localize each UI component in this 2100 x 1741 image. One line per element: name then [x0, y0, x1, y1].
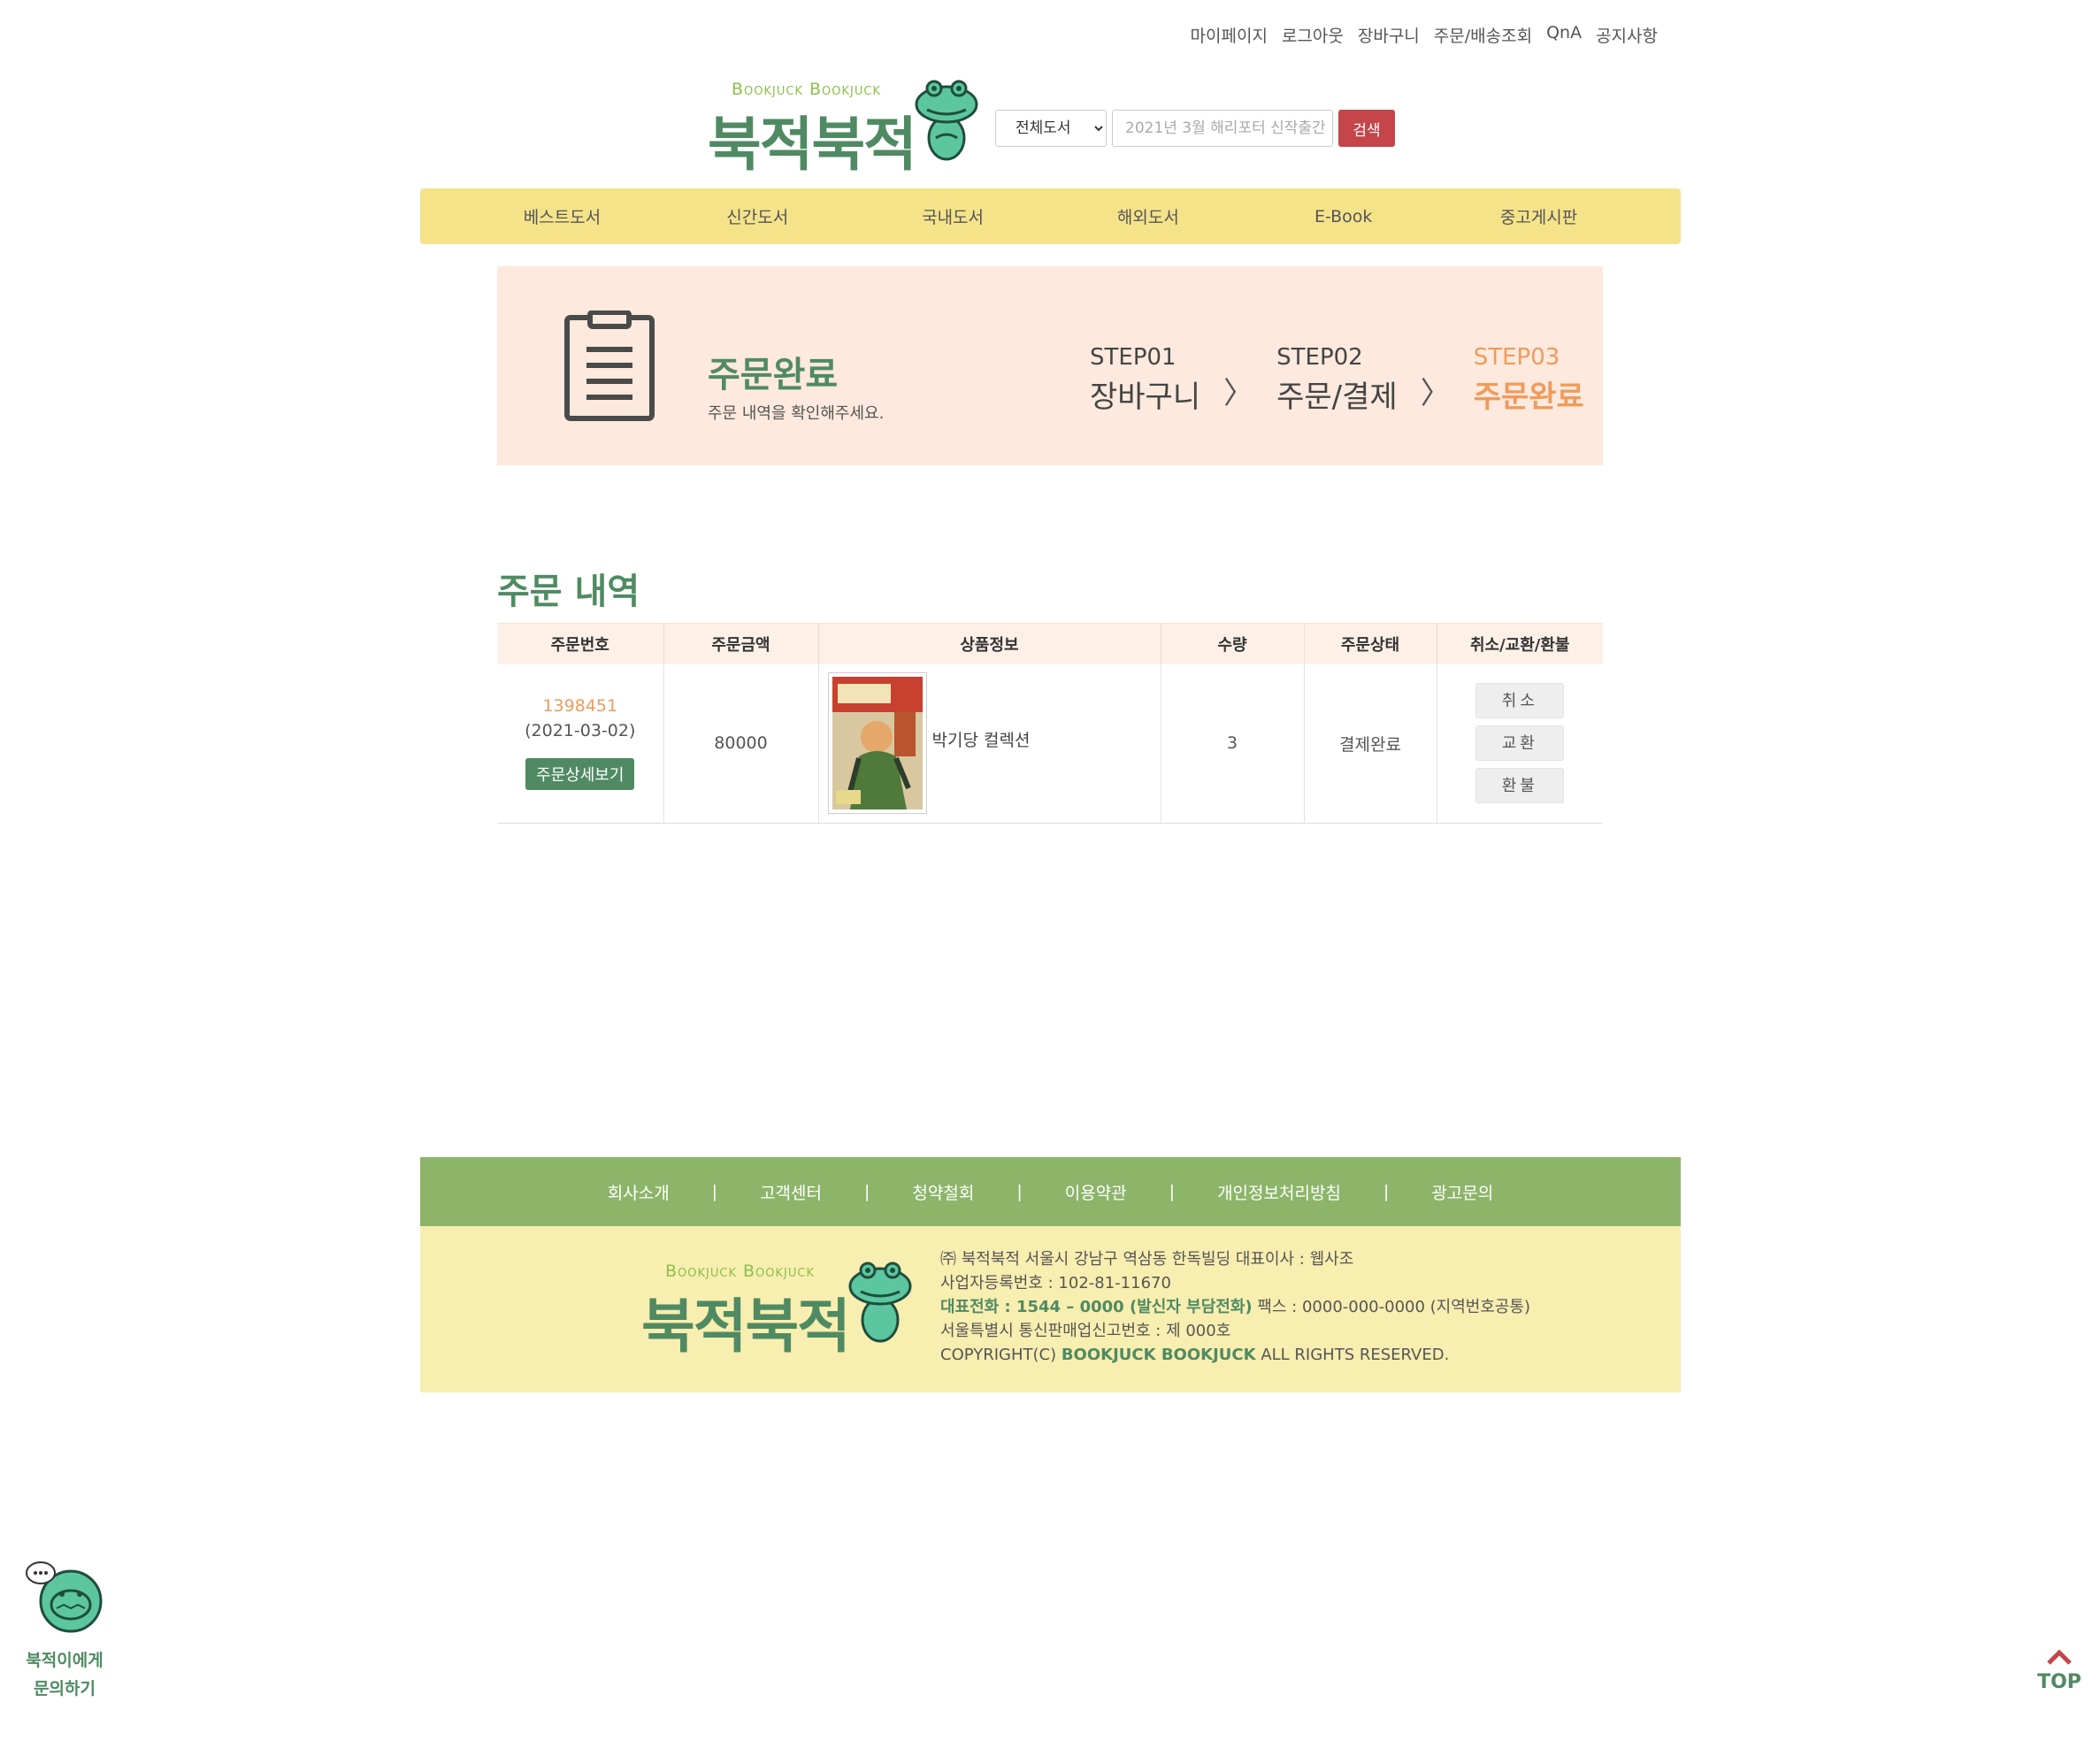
chat-inquiry-button[interactable]: 북적이에게 문의하기: [16, 1557, 113, 1703]
step-label: 주문완료: [1473, 380, 1584, 415]
footer-terms-link[interactable]: 이용약관: [1065, 1180, 1127, 1204]
step-number: STEP03: [1473, 344, 1560, 371]
order-steps: STEP01 장바구니 〉 STEP02 주문/결제 〉 STEP03 주문완료: [1090, 344, 1584, 416]
logo-korean-text: 북적북적: [708, 111, 917, 179]
header-actions: 취소/교환/환불: [1436, 623, 1603, 664]
order-detail-button[interactable]: 주문상세보기: [525, 758, 635, 791]
order-status: 결제완료: [1303, 663, 1437, 824]
util-qna-link[interactable]: QnA: [1546, 23, 1582, 47]
header-quantity: 수량: [1160, 623, 1304, 664]
contact-line: 대표전화 : 1544 – 0000 (발신자 부담전화) 팩스 : 0000-…: [940, 1295, 1530, 1319]
chat-mascot-icon: [26, 1561, 103, 1633]
nav-new-books[interactable]: 신간도서: [686, 204, 828, 228]
product-info-cell: 박기당 컬렉션: [817, 663, 1161, 824]
search-button[interactable]: 검색: [1338, 110, 1395, 147]
order-date: (2021-03-02): [525, 721, 636, 741]
nav-domestic-books[interactable]: 국내도서: [882, 204, 1023, 228]
search-bar: 전체도서 검색: [995, 110, 1395, 147]
table-row: 1398451 (2021-03-02) 주문상세보기 80000 박기당 컬렉…: [497, 663, 1603, 824]
header-product: 상품정보: [817, 623, 1161, 664]
scroll-top-button[interactable]: TOP: [2035, 1647, 2084, 1693]
footer-logo: Bookjuck Bookjuck 북적북적: [641, 1258, 916, 1361]
category-select[interactable]: 전체도서: [995, 110, 1107, 147]
util-mypage-link[interactable]: 마이페이지: [1191, 23, 1268, 47]
chat-label-line2: 문의하기: [34, 1679, 96, 1699]
footer-privacy-link[interactable]: 개인정보처리방침: [1217, 1180, 1341, 1204]
business-number: 사업자등록번호 : 102-81-11670: [940, 1274, 1171, 1292]
footer-customer-center-link[interactable]: 고객센터: [760, 1180, 822, 1204]
crocodile-mascot-icon: [915, 80, 978, 161]
company-info: ㈜ 북적북적 서울시 강남구 역삼동 한독빌딩 대표이사 : 웹사조 사업자등록…: [940, 1247, 1530, 1367]
order-no-cell: 1398451 (2021-03-02) 주문상세보기: [497, 663, 663, 824]
crocodile-mascot-icon: [848, 1262, 912, 1343]
cancel-button[interactable]: 취소: [1475, 683, 1565, 719]
util-cart-link[interactable]: 장바구니: [1358, 23, 1420, 47]
util-logout-link[interactable]: 로그아웃: [1282, 23, 1344, 47]
book-cover-illustration: [832, 677, 923, 810]
company-address: ㈜ 북적북적 서울시 강남구 역삼동 한독빌딩 대표이사 : 웹사조: [940, 1250, 1354, 1269]
footer-separator: |: [1169, 1182, 1176, 1201]
chat-label: 북적이에게 문의하기: [16, 1646, 113, 1703]
header-amount: 주문금액: [663, 623, 818, 664]
nav-foreign-books[interactable]: 해외도서: [1077, 204, 1219, 228]
main-nav: 베스트도서 신간도서 국내도서 해외도서 E-Book 중고게시판: [420, 188, 1681, 244]
footer-separator: |: [711, 1182, 718, 1201]
logo-english-text: Bookjuck Bookjuck: [665, 1262, 815, 1281]
search-input[interactable]: [1112, 110, 1333, 147]
step-cart: STEP01 장바구니: [1090, 344, 1200, 416]
step-label: 장바구니: [1090, 380, 1201, 415]
util-order-tracking-link[interactable]: 주문/배송조회: [1434, 23, 1532, 47]
step-number: STEP02: [1276, 344, 1363, 371]
footer-separator: |: [864, 1182, 870, 1201]
chevron-up-icon: [2047, 1649, 2072, 1665]
header-status: 주문상태: [1303, 623, 1437, 664]
util-notice-link[interactable]: 공지사항: [1596, 23, 1658, 47]
exchange-button[interactable]: 교환: [1475, 725, 1565, 762]
table-header-row: 주문번호 주문금액 상품정보 수량 주문상태 취소/교환/환불: [497, 623, 1603, 664]
fax-number: 팩스 : 0000-000-0000 (지역번호공통): [1252, 1298, 1531, 1316]
copyright: COPYRIGHT(C) BOOKJUCK BOOKJUCK ALL RIGHT…: [940, 1343, 1530, 1367]
clipboard-icon: [564, 311, 655, 421]
nav-ebook[interactable]: E-Book: [1273, 207, 1414, 226]
utility-links: 마이페이지 로그아웃 장바구니 주문/배송조회 QnA 공지사항: [1191, 23, 1658, 47]
chat-label-line1: 북적이에게: [26, 1651, 103, 1670]
footer-info: Bookjuck Bookjuck 북적북적 ㈜ 북적북적 서울시 강남구 역삼…: [420, 1226, 1681, 1392]
order-history-title: 주문 내역: [497, 571, 640, 612]
order-number[interactable]: 1398451: [497, 696, 663, 716]
footer-withdrawal-link[interactable]: 청약철회: [912, 1180, 974, 1204]
nav-used-board[interactable]: 중고게시판: [1468, 204, 1610, 228]
site-logo[interactable]: Bookjuck Bookjuck 북적북적: [708, 76, 982, 179]
product-name[interactable]: 박기당 컬렉션: [932, 727, 1031, 751]
order-quantity: 3: [1160, 663, 1304, 824]
footer-ad-inquiry-link[interactable]: 광고문의: [1431, 1180, 1493, 1204]
header-order-no: 주문번호: [497, 623, 663, 664]
logo-english-text: Bookjuck Bookjuck: [732, 80, 881, 99]
order-amount: 80000: [663, 663, 818, 824]
step-number: STEP01: [1090, 344, 1176, 371]
mail-order-number: 서울특별시 통신판매업신고번호 : 제 000호: [940, 1322, 1231, 1340]
copyright-suffix: ALL RIGHTS RESERVED.: [1255, 1346, 1450, 1364]
refund-button[interactable]: 환불: [1475, 768, 1565, 804]
footer-company-link[interactable]: 회사소개: [608, 1180, 670, 1204]
book-cover-image[interactable]: [827, 672, 927, 815]
step-arrow-icon: 〉: [1420, 376, 1451, 411]
actions-cell: 취소 교환 환불: [1436, 663, 1603, 824]
main-phone: 대표전화 : 1544 – 0000 (발신자 부담전화): [940, 1298, 1253, 1316]
footer-separator: |: [1383, 1182, 1390, 1201]
step-arrow-icon: 〉: [1223, 376, 1254, 411]
logo-korean-text: 북적북적: [641, 1292, 851, 1361]
footer-separator: |: [1016, 1182, 1023, 1201]
step-payment: STEP02 주문/결제: [1276, 344, 1398, 416]
copyright-brand: BOOKJUCK BOOKJUCK: [1061, 1346, 1256, 1364]
top-label: TOP: [2037, 1671, 2081, 1693]
copyright-prefix: COPYRIGHT(C): [940, 1346, 1061, 1364]
step-label: 주문/결제: [1276, 380, 1398, 415]
nav-best-books[interactable]: 베스트도서: [491, 204, 632, 228]
banner-subtitle: 주문 내역을 확인해주세요.: [708, 404, 885, 423]
banner-title: 주문완료: [708, 355, 839, 395]
step-complete: STEP03 주문완료: [1474, 344, 1584, 416]
order-table: 주문번호 주문금액 상품정보 수량 주문상태 취소/교환/환불 1398451 …: [497, 623, 1603, 824]
order-step-banner: 주문완료 주문 내역을 확인해주세요. STEP01 장바구니 〉 STEP02…: [497, 266, 1603, 465]
footer-nav: 회사소개 | 고객센터 | 청약철회 | 이용약관 | 개인정보처리방침 | 광…: [420, 1157, 1681, 1226]
